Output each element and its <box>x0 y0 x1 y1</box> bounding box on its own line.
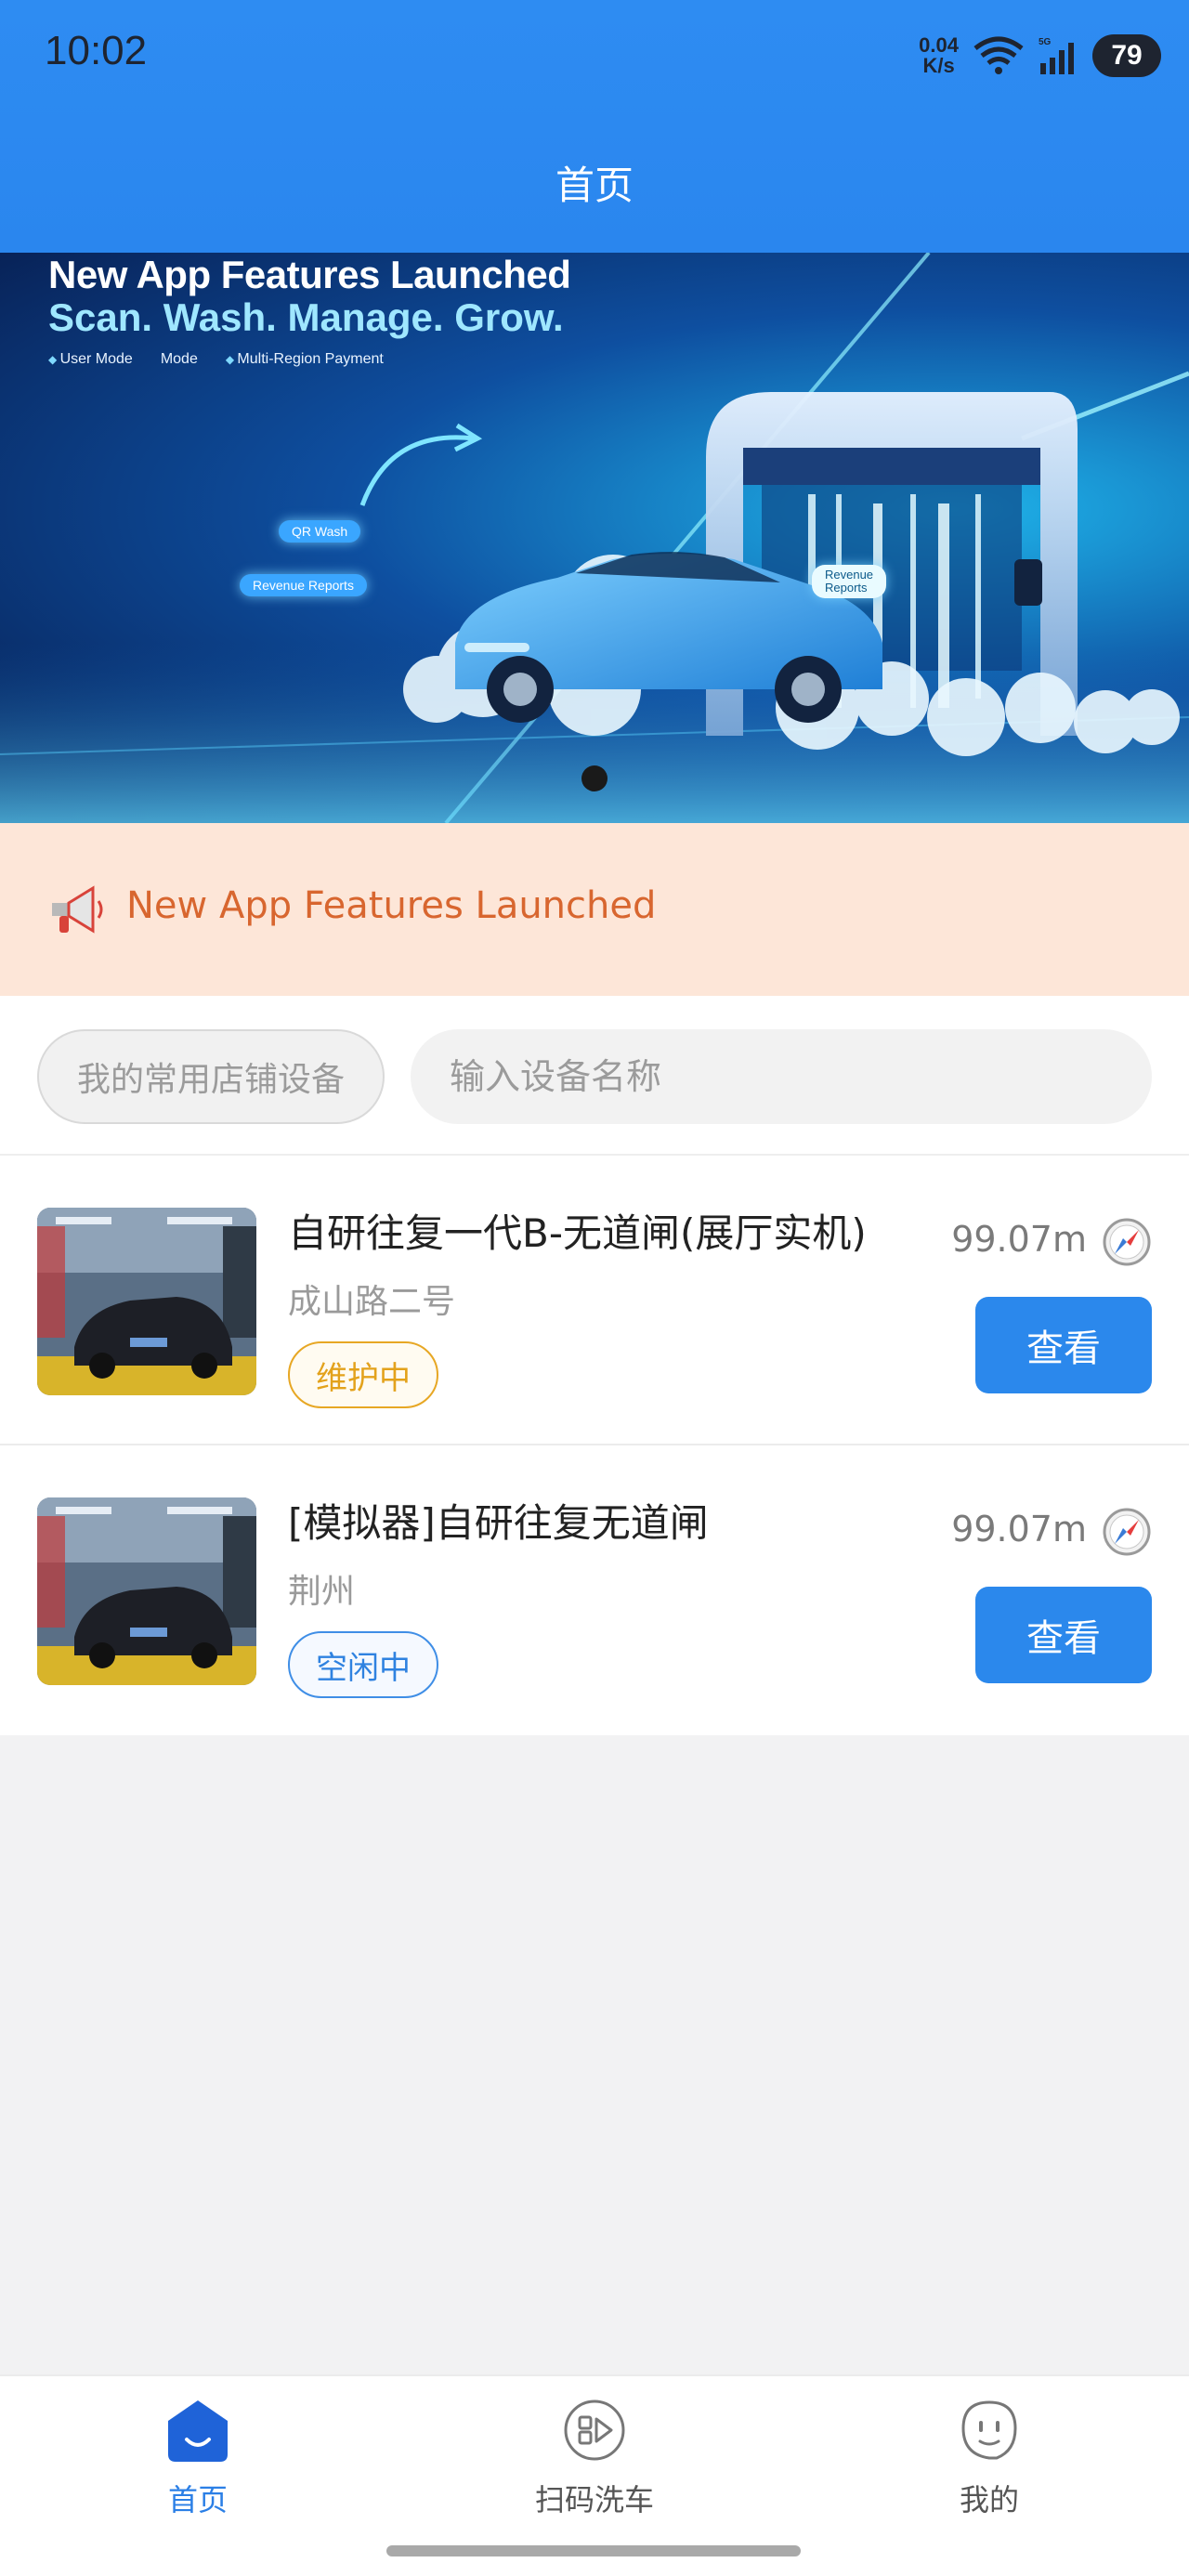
banner-pill-revenue-machine: Revenue Reports <box>812 565 887 598</box>
status-icons: 0.04 K/s 5G 79 <box>919 32 1161 80</box>
battery-indicator: 79 <box>1092 34 1161 77</box>
nav-label-home: 首页 <box>167 2482 228 2517</box>
status-badge: 空闲中 <box>288 1631 438 1698</box>
app-header: 10:02 0.04 K/s 5G 79 首页 <box>0 0 1189 253</box>
banner-feature: Mode <box>160 351 198 367</box>
network-speed-unit: K/s <box>922 54 955 77</box>
promo-banner[interactable]: New App Features Launched Scan. Wash. Ma… <box>0 253 1189 823</box>
device-thumbnail <box>37 1208 256 1395</box>
device-thumbnail <box>37 1497 256 1685</box>
carousel-dot-active[interactable] <box>581 765 608 791</box>
network-speed: 0.04 K/s <box>919 35 959 76</box>
device-list-item[interactable]: 自研往复一代B-无道闸(展厅实机) 成山路二号 维护中 99.07m 查看 <box>0 1156 1189 1445</box>
view-device-button[interactable]: 查看 <box>975 1297 1152 1393</box>
svg-text:5G: 5G <box>1039 37 1052 47</box>
nav-item-home[interactable]: 首页 <box>77 2397 319 2519</box>
nav-item-scan-wash[interactable]: 扫码洗车 <box>474 2397 715 2519</box>
notice-text: New App Features Launched <box>126 884 657 927</box>
nav-label-profile: 我的 <box>959 2482 1019 2517</box>
device-name: [模拟器]自研往复无道闸 <box>288 1500 709 1546</box>
network-speed-value: 0.04 <box>919 33 959 57</box>
nav-item-profile[interactable]: 我的 <box>869 2397 1110 2519</box>
banner-title: New App Features Launched <box>48 253 571 296</box>
page-title: 首页 <box>555 163 634 208</box>
nav-label-scan-wash: 扫码洗车 <box>534 2482 654 2517</box>
device-address: 成山路二号 <box>288 1283 456 1321</box>
view-device-button[interactable]: 查看 <box>975 1587 1152 1683</box>
device-distance: 99.07m <box>951 1219 1087 1260</box>
scan-wash-icon <box>564 2399 625 2461</box>
banner-pill-line: Reports <box>825 581 868 595</box>
search-row: 我的常用店铺设备 <box>0 996 1189 1156</box>
device-distance: 99.07m <box>951 1509 1087 1550</box>
device-name: 自研往复一代B-无道闸(展厅实机) <box>288 1210 867 1256</box>
banner-features: User Mode Mode Multi-Region Payment <box>48 351 384 368</box>
device-list-item[interactable]: [模拟器]自研往复无道闸 荆州 空闲中 99.07m 查看 <box>0 1445 1189 1735</box>
favorite-devices-button[interactable]: 我的常用店铺设备 <box>37 1029 385 1124</box>
compass-icon[interactable] <box>1102 1507 1152 1557</box>
profile-icon <box>961 2400 1017 2460</box>
device-search-input[interactable] <box>411 1029 1152 1124</box>
notice-bar[interactable]: New App Features Launched <box>0 823 1189 996</box>
banner-feature: Multi-Region Payment <box>226 351 383 368</box>
wifi-icon <box>973 36 1024 74</box>
home-icon <box>168 2400 228 2462</box>
status-time: 10:02 <box>45 28 148 73</box>
home-indicator[interactable] <box>386 2545 801 2556</box>
device-list: 自研往复一代B-无道闸(展厅实机) 成山路二号 维护中 99.07m 查看 [模… <box>0 1156 1189 1735</box>
device-address: 荆州 <box>288 1573 356 1611</box>
signal-icon: 5G <box>1039 37 1074 74</box>
status-badge: 维护中 <box>288 1341 438 1408</box>
compass-icon[interactable] <box>1102 1217 1152 1267</box>
banner-pill-qr: QR Wash <box>279 520 361 543</box>
banner-pill-line: Revenue <box>825 568 874 582</box>
megaphone-icon <box>52 885 103 934</box>
banner-subtitle: Scan. Wash. Manage. Grow. <box>48 295 564 339</box>
banner-feature: User Mode <box>48 351 133 368</box>
banner-pill-revenue: Revenue Reports <box>240 574 367 596</box>
